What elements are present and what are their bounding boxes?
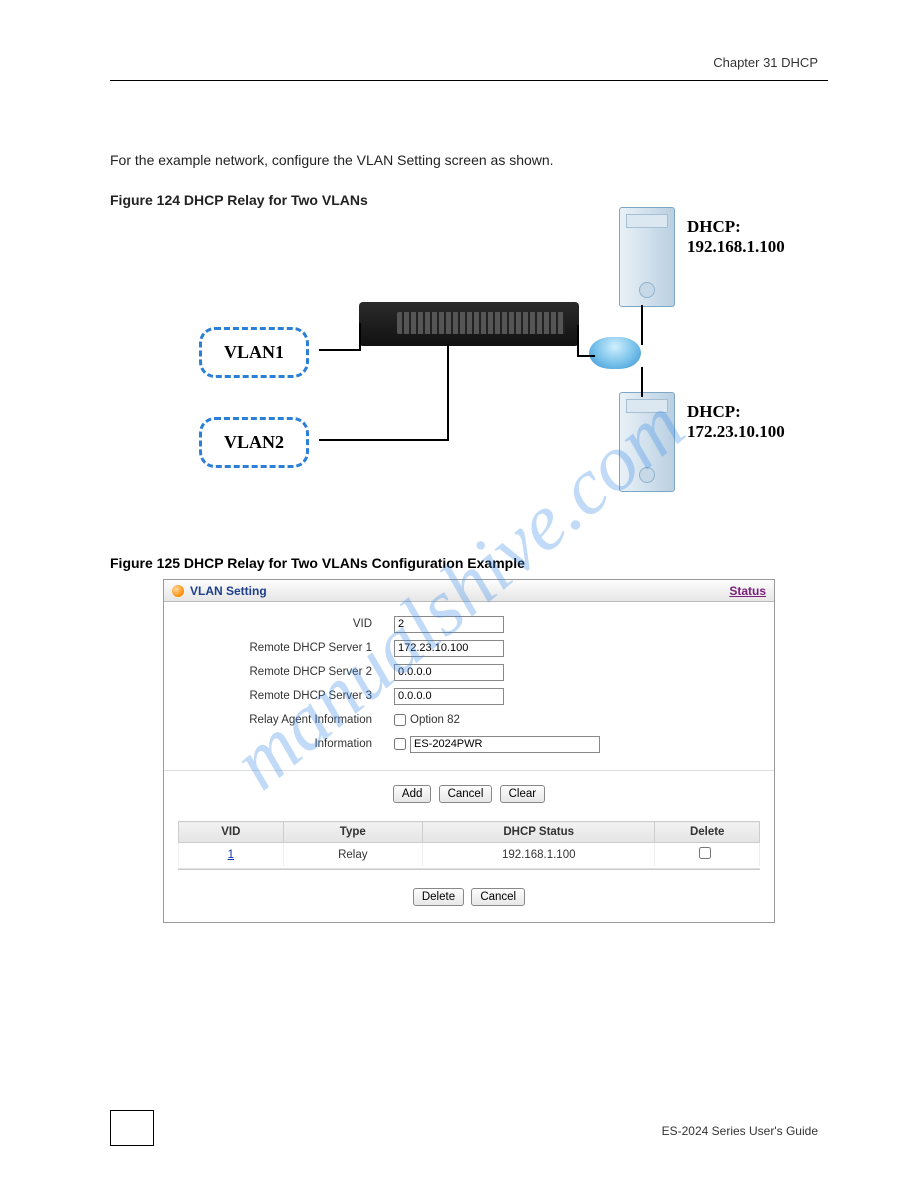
- vid-input[interactable]: [394, 616, 504, 633]
- panel-header: VLAN Setting Status: [164, 580, 774, 602]
- remote-dhcp-2-label: Remote DHCP Server 2: [184, 666, 394, 678]
- page-header-chapter: Chapter 31 DHCP: [713, 55, 818, 70]
- page-number: 240: [110, 1110, 154, 1146]
- table-row: 1 Relay 192.168.1.100: [179, 843, 760, 867]
- col-type: Type: [283, 822, 422, 843]
- dhcp-server-1-label: DHCP: 192.168.1.100: [687, 217, 785, 256]
- header-rule: [110, 80, 828, 81]
- remote-dhcp-2-input[interactable]: [394, 664, 504, 681]
- vlan-setting-panel: VLAN Setting Status VID Remote DHCP Serv…: [163, 579, 775, 923]
- col-vid: VID: [179, 822, 284, 843]
- clear-button[interactable]: Clear: [500, 785, 545, 803]
- vlan2-box: VLAN2: [199, 417, 309, 468]
- row-delete-cell: [655, 843, 760, 867]
- cancel-button-2[interactable]: Cancel: [471, 888, 525, 906]
- col-status: DHCP Status: [423, 822, 655, 843]
- dhcp-server-2-label: DHCP: 172.23.10.100: [687, 402, 785, 441]
- dhcp-server-1-icon: [619, 207, 675, 307]
- relay-agent-label: Relay Agent Information: [184, 714, 394, 726]
- row-vid-link[interactable]: 1: [179, 843, 284, 867]
- button-row-1: Add Cancel Clear: [164, 770, 774, 821]
- button-row-2: Delete Cancel: [164, 876, 774, 922]
- status-link[interactable]: Status: [729, 584, 766, 598]
- network-diagram: VLAN1 VLAN2 DHCP: 192.168.1.100 DHCP: 17…: [189, 217, 749, 537]
- footer-guide: ES-2024 Series User's Guide: [662, 1124, 818, 1138]
- information-checkbox[interactable]: [394, 738, 406, 750]
- figure-125-caption: Figure 125 DHCP Relay for Two VLANs Conf…: [110, 555, 828, 571]
- vlan1-box: VLAN1: [199, 327, 309, 378]
- option82-text: Option 82: [410, 714, 460, 726]
- row-status: 192.168.1.100: [423, 843, 655, 867]
- information-label: Information: [184, 738, 394, 750]
- dhcp-status-table: VID Type DHCP Status Delete 1 Relay 192.…: [178, 821, 760, 866]
- option82-checkbox[interactable]: [394, 714, 406, 726]
- router-icon: [589, 337, 641, 369]
- form-area: VID Remote DHCP Server 1 Remote DHCP Ser…: [164, 602, 774, 762]
- remote-dhcp-1-input[interactable]: [394, 640, 504, 657]
- add-button[interactable]: Add: [393, 785, 431, 803]
- panel-title: VLAN Setting: [190, 584, 267, 598]
- intro-paragraph: For the example network, configure the V…: [110, 150, 828, 172]
- delete-button[interactable]: Delete: [413, 888, 464, 906]
- col-delete: Delete: [655, 822, 760, 843]
- row-delete-checkbox[interactable]: [699, 847, 711, 859]
- information-input[interactable]: [410, 736, 600, 753]
- row-type: Relay: [283, 843, 422, 867]
- remote-dhcp-1-label: Remote DHCP Server 1: [184, 642, 394, 654]
- switch-icon: [359, 302, 579, 346]
- cancel-button-1[interactable]: Cancel: [439, 785, 493, 803]
- remote-dhcp-3-label: Remote DHCP Server 3: [184, 690, 394, 702]
- table-header-row: VID Type DHCP Status Delete: [179, 822, 760, 843]
- dhcp-server-2-icon: [619, 392, 675, 492]
- panel-dot-icon: [172, 585, 184, 597]
- remote-dhcp-3-input[interactable]: [394, 688, 504, 705]
- figure-124-caption: Figure 124 DHCP Relay for Two VLANs: [110, 190, 828, 212]
- vid-label: VID: [184, 618, 394, 630]
